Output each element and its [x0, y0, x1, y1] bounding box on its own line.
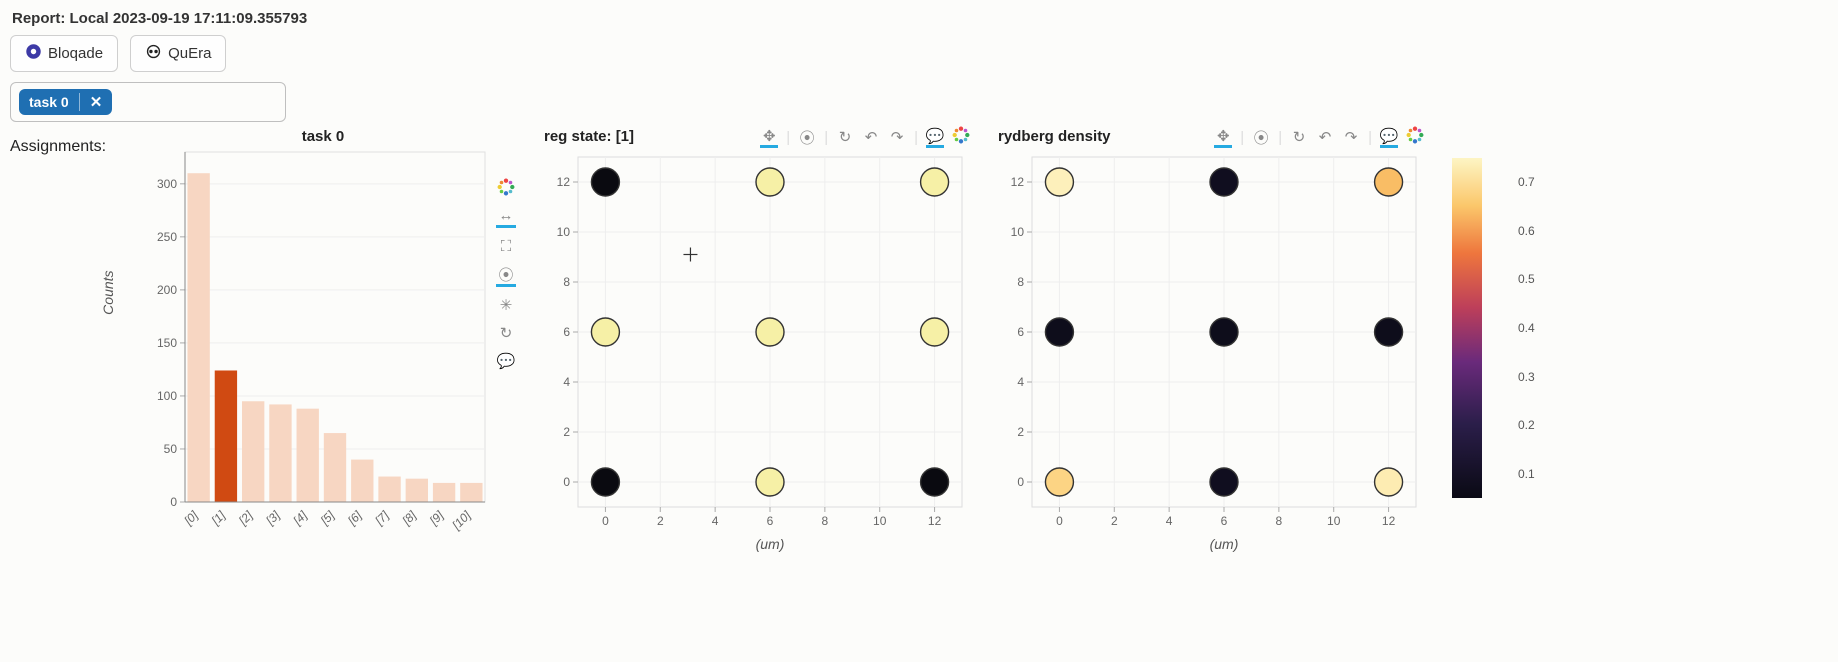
pan-icon[interactable]: ✥	[760, 127, 778, 148]
bokeh-logo-icon	[952, 126, 970, 148]
bloqade-logo-icon	[25, 43, 42, 64]
undo-icon[interactable]: ↶	[862, 128, 880, 146]
svg-text:[9]: [9]	[426, 508, 447, 529]
svg-text:150: 150	[157, 336, 177, 350]
task-tag-label: task 0	[19, 89, 79, 115]
histogram-plot-area[interactable]: 0 50 100 150 200 250 300 [0] [1] [2] [3] [4] [5] [6] […	[130, 147, 490, 557]
svg-text:[6]: [6]	[344, 508, 365, 529]
svg-text:8: 8	[1276, 514, 1283, 528]
page-title: Report: Local 2023-09-19 17:11:09.355793	[12, 10, 1828, 27]
assignments-label: Assignments:	[10, 138, 130, 156]
svg-text:6: 6	[563, 325, 570, 339]
svg-text:12: 12	[1011, 175, 1025, 189]
svg-text:10: 10	[1327, 514, 1341, 528]
hover-icon[interactable]: 💬	[926, 127, 944, 148]
svg-text:[5]: [5]	[317, 508, 338, 529]
svg-text:8: 8	[822, 514, 829, 528]
svg-text:100: 100	[157, 389, 177, 403]
histogram-chart: task 0 Counts 050100150200250300[0][1][2…	[130, 128, 516, 527]
svg-text:8: 8	[563, 275, 570, 289]
quera-logo-icon	[145, 43, 162, 64]
task-tag-close-icon[interactable]: ✕	[80, 90, 113, 115]
tap-icon[interactable]: ✳	[496, 295, 516, 315]
svg-text:4: 4	[1017, 375, 1024, 389]
svg-text:0: 0	[170, 495, 177, 509]
reset-icon[interactable]: ↻	[496, 323, 516, 343]
svg-text:6: 6	[1017, 325, 1024, 339]
histogram-toolbar: ↔ ⛶ ⦿ ✳ ↻ 💬	[490, 147, 516, 527]
svg-text:[1]: [1]	[208, 508, 229, 529]
wheel-zoom-icon[interactable]: ⦿	[798, 128, 816, 146]
svg-text:(um): (um)	[1210, 536, 1239, 552]
redo-icon[interactable]: ↷	[1342, 128, 1360, 146]
svg-text:4: 4	[712, 514, 719, 528]
reset-icon[interactable]: ↻	[836, 128, 854, 146]
rydberg-density-chart: rydberg density ✥| ⦿| ↻ ↶ ↷| 💬 024681012…	[994, 128, 1424, 559]
svg-text:2: 2	[1017, 425, 1024, 439]
svg-text:2: 2	[1111, 514, 1118, 528]
svg-text:0: 0	[1017, 475, 1024, 489]
bloqade-button[interactable]: Bloqade	[10, 35, 118, 72]
svg-text:6: 6	[1221, 514, 1228, 528]
svg-text:10: 10	[557, 225, 571, 239]
quera-button-label: QuEra	[168, 45, 211, 62]
bokeh-logo-icon	[1406, 126, 1424, 148]
svg-text:12: 12	[1382, 514, 1396, 528]
svg-text:10: 10	[1011, 225, 1025, 239]
svg-text:8: 8	[1017, 275, 1024, 289]
reg-state-plot-area[interactable]: 0 2 4 6 8 10 12 0 2 4 6 8 10 12 (um)	[540, 149, 970, 559]
svg-text:[0]: [0]	[181, 508, 202, 529]
svg-text:10: 10	[873, 514, 887, 528]
svg-text:6: 6	[767, 514, 774, 528]
svg-text:200: 200	[157, 283, 177, 297]
reg-state-toolbar: ✥| ⦿| ↻ ↶ ↷| 💬	[760, 126, 970, 148]
svg-text:(um): (um)	[756, 536, 785, 552]
svg-text:[7]: [7]	[372, 508, 393, 529]
reset-icon[interactable]: ↻	[1290, 128, 1308, 146]
undo-icon[interactable]: ↶	[1316, 128, 1334, 146]
svg-text:[8]: [8]	[399, 508, 420, 529]
histogram-title: task 0	[130, 128, 516, 145]
quera-button[interactable]: QuEra	[130, 35, 226, 72]
svg-text:12: 12	[557, 175, 571, 189]
hover-icon[interactable]: 💬	[1380, 127, 1398, 148]
rydberg-toolbar: ✥| ⦿| ↻ ↶ ↷| 💬	[1214, 126, 1424, 148]
colorbar-gradient	[1452, 158, 1482, 498]
svg-text:12: 12	[928, 514, 942, 528]
svg-text:[2]: [2]	[235, 508, 256, 529]
reg-state-chart: reg state: [1] ✥| ⦿| ↻ ↶ ↷| 💬 0246810120…	[540, 128, 970, 559]
svg-text:300: 300	[157, 177, 177, 191]
svg-text:2: 2	[563, 425, 570, 439]
svg-text:4: 4	[1166, 514, 1173, 528]
svg-text:2: 2	[657, 514, 664, 528]
rydberg-plot-area[interactable]: 0 2 4 6 8 10 12 0 2 4 6 8 10 12 (um)	[994, 149, 1424, 559]
button-bar: Bloqade QuEra	[10, 35, 1828, 72]
svg-text:[10]: [10]	[449, 508, 474, 533]
redo-icon[interactable]: ↷	[888, 128, 906, 146]
colorbar: 0.10.20.30.40.50.60.7	[1452, 158, 1482, 498]
wheel-zoom-icon[interactable]: ⦿	[1252, 128, 1270, 146]
wheel-zoom-icon[interactable]: ⦿	[496, 264, 516, 287]
bloqade-button-label: Bloqade	[48, 45, 103, 62]
task-tag: task 0 ✕	[19, 89, 112, 115]
svg-text:50: 50	[164, 442, 178, 456]
box-zoom-icon[interactable]: ⛶	[496, 236, 516, 256]
task-selector[interactable]: task 0 ✕	[10, 82, 286, 122]
bokeh-logo-icon	[496, 177, 516, 197]
pan-icon[interactable]: ↔	[496, 205, 516, 228]
svg-text:[3]: [3]	[263, 508, 284, 529]
histogram-ylabel: Counts	[100, 270, 116, 314]
pan-icon[interactable]: ✥	[1214, 127, 1232, 148]
svg-text:[4]: [4]	[290, 508, 311, 529]
svg-text:0: 0	[563, 475, 570, 489]
svg-text:250: 250	[157, 230, 177, 244]
hover-icon[interactable]: 💬	[496, 351, 516, 371]
svg-text:0: 0	[602, 514, 609, 528]
svg-text:0: 0	[1056, 514, 1063, 528]
svg-text:4: 4	[563, 375, 570, 389]
